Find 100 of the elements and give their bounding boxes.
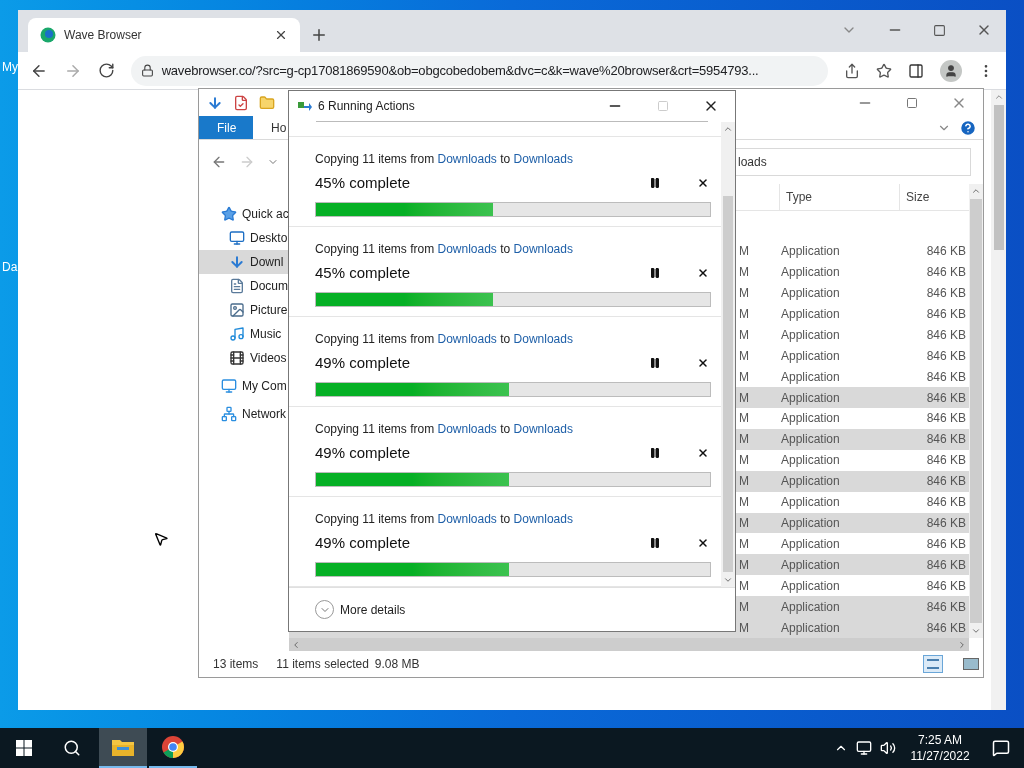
scrollbar-thumb[interactable] <box>993 105 1004 250</box>
cancel-icon[interactable] <box>697 447 709 459</box>
column-header[interactable]: Type <box>779 184 899 210</box>
volume-icon[interactable] <box>880 740 896 756</box>
source-link[interactable]: Downloads <box>437 152 497 166</box>
copy-status-text: Copying 11 items from Downloads to Downloads <box>315 511 574 528</box>
pause-icon[interactable] <box>649 537 661 549</box>
navigation-item[interactable]: Network <box>199 402 289 426</box>
navigation-item[interactable]: My Com <box>199 374 289 398</box>
list-scrollbar[interactable] <box>969 184 983 638</box>
destination-link[interactable]: Downloads <box>513 512 573 526</box>
source-link[interactable]: Downloads <box>437 242 497 256</box>
scroll-up-icon[interactable] <box>971 186 981 196</box>
share-icon[interactable] <box>844 62 860 79</box>
cancel-icon[interactable] <box>697 267 709 279</box>
scroll-down-icon[interactable] <box>723 575 733 585</box>
date-text: M <box>739 598 749 616</box>
reload-icon[interactable] <box>97 62 115 79</box>
side-panel-icon[interactable] <box>908 62 924 79</box>
pause-icon[interactable] <box>649 447 661 459</box>
network-status-icon[interactable] <box>856 740 872 756</box>
navigation-item[interactable]: Deskto <box>199 226 289 250</box>
page-scrollbar[interactable] <box>991 90 1006 710</box>
pause-icon[interactable] <box>649 267 661 279</box>
close-tab-icon[interactable] <box>274 28 288 42</box>
percent-complete: 45% complete <box>315 172 412 193</box>
size-text: 846 KB <box>925 305 966 323</box>
dialog-scrollbar[interactable] <box>721 122 735 587</box>
copy-arrow-icon <box>298 101 312 111</box>
source-link[interactable]: Downloads <box>437 422 497 436</box>
computer-icon <box>221 378 237 394</box>
pause-icon[interactable] <box>649 357 661 369</box>
navigation-item[interactable]: Music <box>199 322 289 346</box>
destination-link[interactable]: Downloads <box>513 152 573 166</box>
bookmark-star-icon[interactable] <box>876 62 892 79</box>
down-arrow-icon[interactable] <box>207 94 223 111</box>
notifications-icon[interactable] <box>992 739 1010 757</box>
date-text: M <box>739 452 749 470</box>
new-tab-icon[interactable] <box>310 26 328 44</box>
back-icon[interactable] <box>211 154 227 170</box>
date-text: M <box>739 473 749 491</box>
date-text: M <box>739 431 749 449</box>
maximize-icon[interactable] <box>906 96 918 109</box>
properties-icon[interactable] <box>233 94 249 111</box>
more-details-button[interactable]: More details <box>315 600 406 619</box>
monitor-icon <box>229 230 245 246</box>
browser-tab[interactable]: Wave Browser <box>28 18 300 52</box>
pause-icon[interactable] <box>649 177 661 189</box>
navigation-item[interactable]: Docum <box>199 274 289 298</box>
source-link[interactable]: Downloads <box>437 332 497 346</box>
source-link[interactable]: Downloads <box>437 512 497 526</box>
date-text: M <box>739 347 749 365</box>
date-text: M <box>739 285 749 303</box>
profile-avatar[interactable] <box>940 59 962 82</box>
scroll-down-icon[interactable] <box>971 626 981 636</box>
date-text: M <box>739 556 749 574</box>
size-text: 846 KB <box>925 473 966 491</box>
address-bar[interactable]: wavebrowser.co/?src=g-cp17081869590&ob=obgcobedobem&dvc=c&k=wave%20browser&crt=5954793... <box>130 55 828 86</box>
size-text: 846 KB <box>925 326 966 344</box>
size-text: 846 KB <box>925 285 966 303</box>
scroll-up-icon[interactable] <box>723 124 733 134</box>
navigation-item[interactable]: Videos <box>199 346 289 370</box>
type-text: Application <box>781 473 841 491</box>
document-icon <box>229 278 245 294</box>
navigation-item[interactable]: Picture <box>199 298 289 322</box>
size-text: 846 KB <box>925 431 966 449</box>
size-text: 846 KB <box>925 577 966 595</box>
type-text: Application <box>781 326 841 344</box>
navigation-item[interactable]: Quick ac <box>199 202 289 226</box>
percent-complete: 49% complete <box>315 352 412 373</box>
type-text: Application <box>781 264 841 282</box>
clock-date[interactable]: 11/27/2022 <box>910 748 970 764</box>
percent-complete: 45% complete <box>315 262 412 283</box>
cancel-icon[interactable] <box>697 537 709 549</box>
type-text: Application <box>781 577 841 595</box>
date-text: M <box>739 368 749 386</box>
navigation-item[interactable]: Downl <box>199 250 289 274</box>
help-icon[interactable] <box>959 118 977 137</box>
taskbar-app[interactable] <box>99 728 147 768</box>
large-icons-view-button[interactable] <box>963 658 979 670</box>
windows-logo-icon[interactable] <box>16 740 32 756</box>
details-view-button[interactable] <box>923 655 943 673</box>
type-text: Application <box>781 494 841 512</box>
percent-complete: 49% complete <box>315 442 412 463</box>
type-text: Application <box>781 535 841 553</box>
destination-link[interactable]: Downloads <box>513 422 573 436</box>
destination-link[interactable]: Downloads <box>513 242 573 256</box>
selection-size: 9.08 MB <box>374 656 420 673</box>
date-text: M <box>739 305 749 323</box>
cancel-icon[interactable] <box>697 357 709 369</box>
selection-count: 11 items selected <box>276 656 369 673</box>
search-icon[interactable] <box>63 739 81 757</box>
maximize-icon[interactable] <box>933 23 946 37</box>
clock-time[interactable]: 7:25 AM <box>918 732 962 748</box>
size-text: 846 KB <box>925 410 966 428</box>
copy-status-text: Copying 11 items from Downloads to Downloads <box>315 421 574 438</box>
wave-logo-icon <box>40 27 56 43</box>
destination-link[interactable]: Downloads <box>513 332 573 346</box>
ribbon-tab[interactable]: File <box>199 116 253 139</box>
cancel-icon[interactable] <box>697 177 709 189</box>
